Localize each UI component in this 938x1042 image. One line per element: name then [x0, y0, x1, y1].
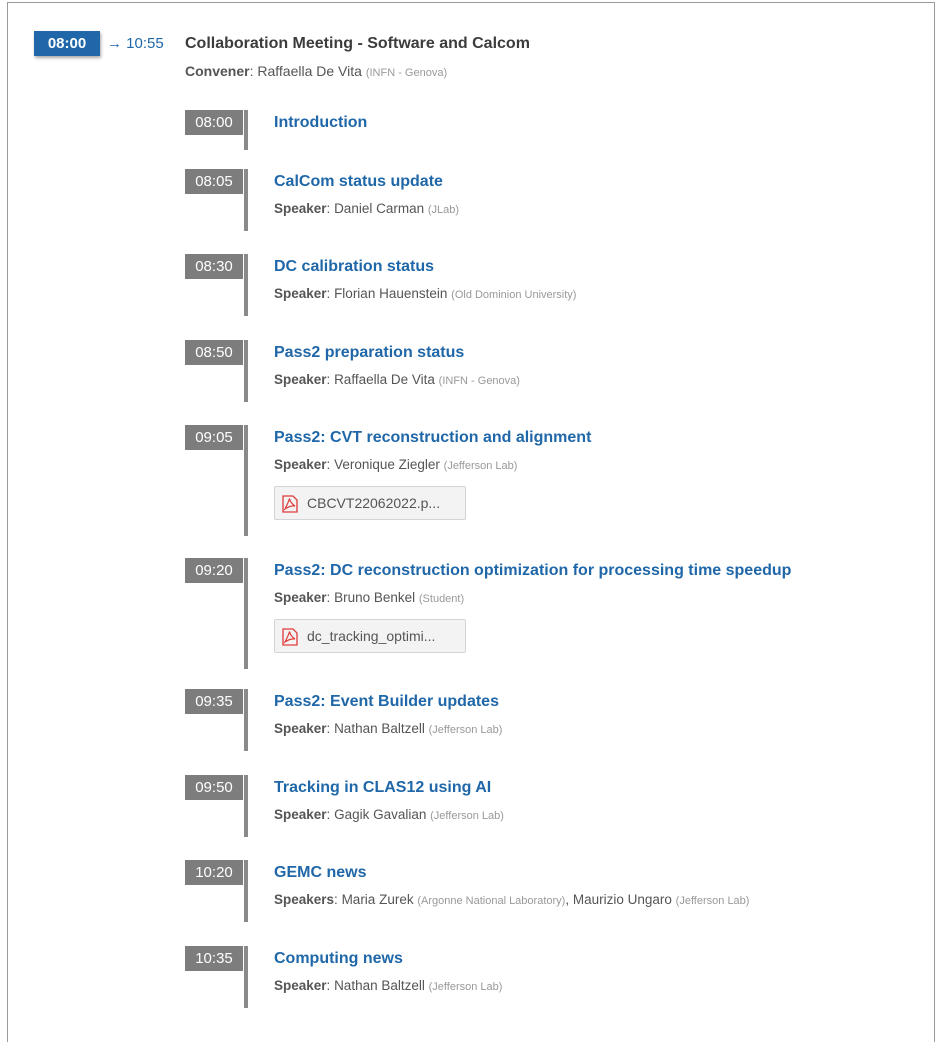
- pdf-icon: [281, 495, 299, 516]
- speaker-label: Speaker: [274, 286, 327, 301]
- speaker-name[interactable]: Bruno Benkel: [334, 590, 415, 605]
- timetable-frame: [7, 2, 935, 1042]
- speaker-separator: ,: [565, 892, 570, 907]
- speaker-name[interactable]: Veronique Ziegler: [334, 457, 440, 472]
- speaker-affiliation: (Jefferson Lab): [430, 810, 504, 822]
- contribution-time: 09:20: [185, 558, 243, 583]
- attachment-filename: dc_tracking_optimi...: [307, 628, 436, 644]
- timeline-bar: [244, 340, 248, 402]
- contribution-speaker: Speaker: Raffaella De Vita (INFN - Genov…: [274, 372, 520, 387]
- contribution-time: 10:35: [185, 946, 243, 971]
- timeline-bar: [244, 860, 248, 922]
- speaker-affiliation: (Argonne National Laboratory): [417, 895, 566, 907]
- session-convener: Convener: Raffaella De Vita (INFN - Geno…: [185, 63, 448, 79]
- speaker-name-2[interactable]: Maurizio Ungaro: [573, 892, 672, 907]
- contribution-time: 09:35: [185, 689, 243, 714]
- contribution-speaker: Speaker: Daniel Carman (JLab): [274, 201, 460, 216]
- timeline-bar: [244, 775, 248, 837]
- speaker-label: Speaker: [274, 201, 327, 216]
- speaker-name[interactable]: Nathan Baltzell: [334, 978, 425, 993]
- speaker-affiliation: (Student): [418, 593, 465, 605]
- contribution-speaker: Speaker: Bruno Benkel (Student): [274, 590, 465, 605]
- speaker-label: Speaker: [274, 590, 327, 605]
- timeline-bar: [244, 946, 248, 1008]
- speaker-affiliation: (Jefferson Lab): [443, 460, 518, 472]
- speaker-affiliation: (INFN - Genova): [438, 375, 520, 387]
- speaker-affiliation: (Jefferson Lab): [428, 981, 503, 993]
- contribution-title[interactable]: Introduction: [274, 110, 367, 135]
- timeline-bar: [244, 110, 248, 150]
- contribution-time: 10:20: [185, 860, 243, 885]
- timeline-bar: [244, 558, 248, 669]
- attachment-filename: CBCVT22062022.p...: [307, 495, 441, 511]
- contribution-speaker: Speaker: Veronique Ziegler (Jefferson La…: [274, 457, 518, 472]
- speaker-name[interactable]: Florian Hauenstein: [334, 286, 447, 301]
- speaker-name[interactable]: Nathan Baltzell: [334, 721, 425, 736]
- pdf-icon: [281, 628, 299, 649]
- contribution-time: 08:30: [185, 254, 243, 279]
- session-end-time: → 10:55: [107, 35, 164, 52]
- contribution-title[interactable]: Pass2: Event Builder updates: [274, 689, 499, 714]
- contribution-time: 08:00: [185, 110, 243, 135]
- speaker-affiliation-2: (Jefferson Lab): [675, 895, 750, 907]
- contribution-title[interactable]: Tracking in CLAS12 using AI: [274, 775, 491, 800]
- attachment-button[interactable]: CBCVT22062022.p...: [274, 486, 466, 520]
- contribution-title[interactable]: Computing news: [274, 946, 403, 971]
- contribution-title[interactable]: Pass2: CVT reconstruction and alignment: [274, 425, 591, 450]
- speaker-name[interactable]: Maria Zurek: [342, 892, 414, 907]
- speaker-name[interactable]: Raffaella De Vita: [334, 372, 435, 387]
- contribution-title[interactable]: CalCom status update: [274, 169, 443, 194]
- timeline-bar: [244, 425, 248, 536]
- convener-affiliation: (INFN - Genova): [365, 67, 448, 79]
- speaker-affiliation: (JLab): [427, 204, 460, 216]
- timeline-bar: [244, 254, 248, 316]
- contribution-speaker: Speaker: Nathan Baltzell (Jefferson Lab): [274, 978, 503, 993]
- contribution-speaker: Speaker: Florian Hauenstein (Old Dominio…: [274, 286, 577, 301]
- speaker-label: Speaker: [274, 457, 327, 472]
- contribution-title[interactable]: GEMC news: [274, 860, 366, 885]
- contribution-speaker: Speaker: Gagik Gavalian (Jefferson Lab): [274, 807, 504, 822]
- speaker-label: Speaker: [274, 372, 327, 387]
- convener-name[interactable]: Raffaella De Vita: [257, 63, 362, 79]
- contribution-time: 09:50: [185, 775, 243, 800]
- session-start-time: 08:00: [34, 31, 100, 56]
- contribution-time: 08:05: [185, 169, 243, 194]
- speaker-name[interactable]: Gagik Gavalian: [334, 807, 426, 822]
- speaker-label: Speaker: [274, 807, 327, 822]
- attachment-button[interactable]: dc_tracking_optimi...: [274, 619, 466, 653]
- contribution-speakers: Speakers: Maria Zurek (Argonne National …: [274, 892, 750, 907]
- contribution-time: 08:50: [185, 340, 243, 365]
- timeline-bar: [244, 689, 248, 751]
- speaker-name[interactable]: Daniel Carman: [334, 201, 424, 216]
- contribution-title[interactable]: DC calibration status: [274, 254, 434, 279]
- speaker-affiliation: (Old Dominion University): [451, 289, 577, 301]
- contribution-title[interactable]: Pass2 preparation status: [274, 340, 464, 365]
- speaker-label: Speakers: [274, 892, 335, 907]
- convener-label: Convener: [185, 63, 250, 79]
- speaker-affiliation: (Jefferson Lab): [428, 724, 503, 736]
- timeline-bar: [244, 169, 248, 231]
- contribution-speaker: Speaker: Nathan Baltzell (Jefferson Lab): [274, 721, 503, 736]
- speaker-label: Speaker: [274, 978, 327, 993]
- session-title[interactable]: Collaboration Meeting - Software and Cal…: [185, 31, 530, 56]
- contribution-title[interactable]: Pass2: DC reconstruction optimization fo…: [274, 558, 791, 583]
- contribution-time: 09:05: [185, 425, 243, 450]
- speaker-label: Speaker: [274, 721, 327, 736]
